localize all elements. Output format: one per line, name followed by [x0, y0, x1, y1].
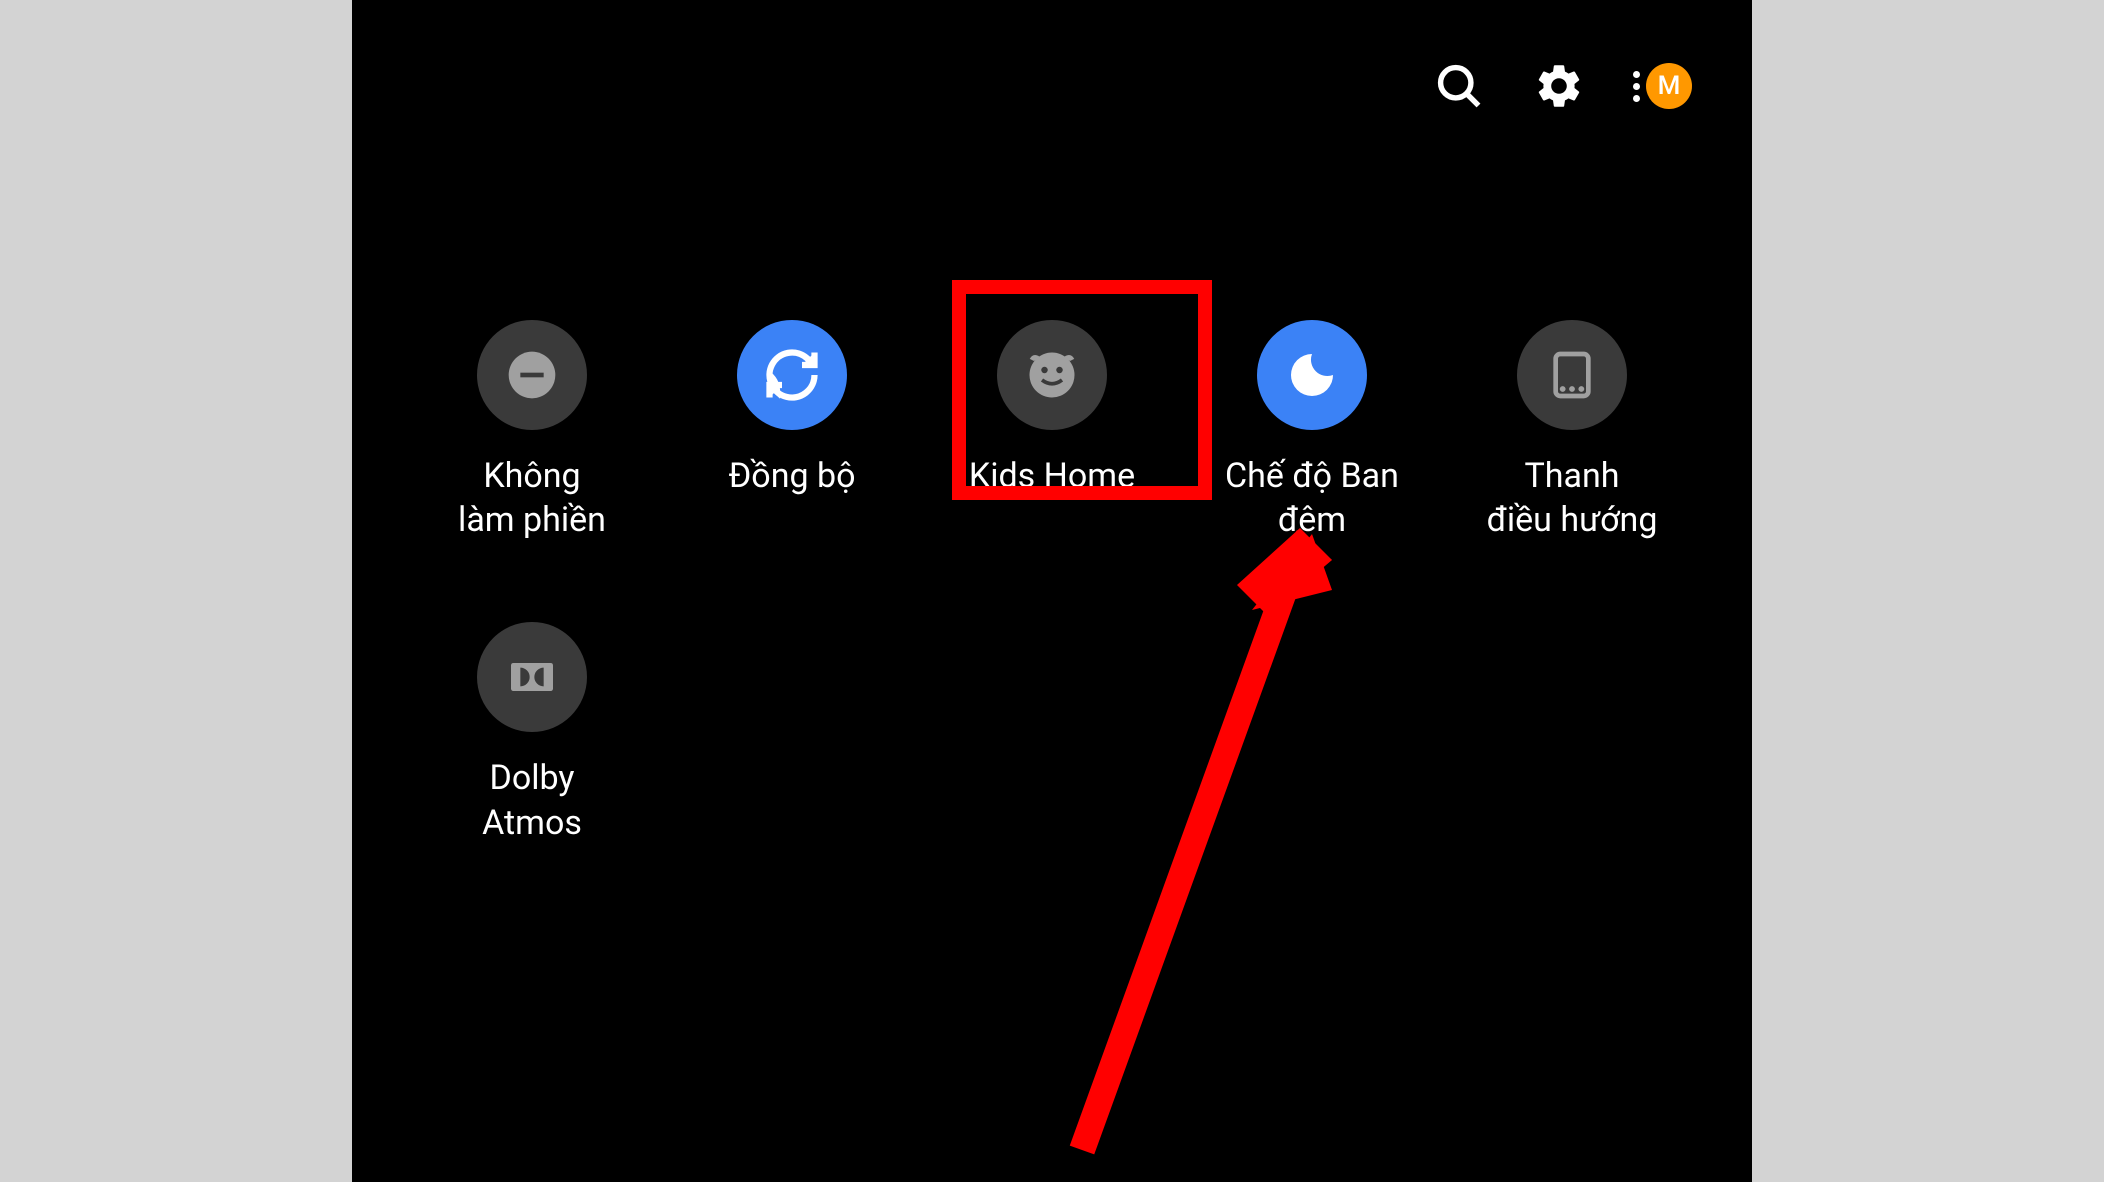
- header-actions: M: [1433, 60, 1692, 112]
- quick-settings-panel: M Không làm phiền Đồng: [352, 0, 1752, 1182]
- do-not-disturb-tile[interactable]: Không làm phiền: [402, 320, 662, 542]
- sync-icon: [737, 320, 847, 430]
- nav-bar-label: Thanh điều hướng: [1487, 454, 1658, 542]
- night-mode-icon: [1257, 320, 1367, 430]
- more-dots-icon: [1633, 71, 1640, 102]
- profile-letter: M: [1658, 71, 1681, 101]
- night-mode-tile[interactable]: Chế độ Ban đêm: [1182, 320, 1442, 542]
- kids-home-label: Kids Home: [969, 454, 1135, 498]
- kids-home-tile[interactable]: Kids Home: [922, 320, 1182, 542]
- dolby-atmos-tile[interactable]: Dolby Atmos: [402, 622, 662, 844]
- night-mode-label: Chế độ Ban đêm: [1225, 454, 1399, 542]
- settings-icon[interactable]: [1533, 60, 1585, 112]
- dolby-atmos-icon: [477, 622, 587, 732]
- dolby-atmos-label: Dolby Atmos: [482, 756, 582, 844]
- kids-home-icon: [997, 320, 1107, 430]
- profile-avatar: M: [1646, 63, 1692, 109]
- more-profile-button[interactable]: M: [1633, 63, 1692, 109]
- sync-label: Đồng bộ: [729, 454, 856, 498]
- sync-tile[interactable]: Đồng bộ: [662, 320, 922, 542]
- do-not-disturb-label: Không làm phiền: [458, 454, 606, 542]
- nav-bar-tile[interactable]: Thanh điều hướng: [1442, 320, 1702, 542]
- search-icon[interactable]: [1433, 60, 1485, 112]
- do-not-disturb-icon: [477, 320, 587, 430]
- nav-bar-icon: [1517, 320, 1627, 430]
- quick-settings-grid: Không làm phiền Đồng bộ: [402, 320, 1702, 925]
